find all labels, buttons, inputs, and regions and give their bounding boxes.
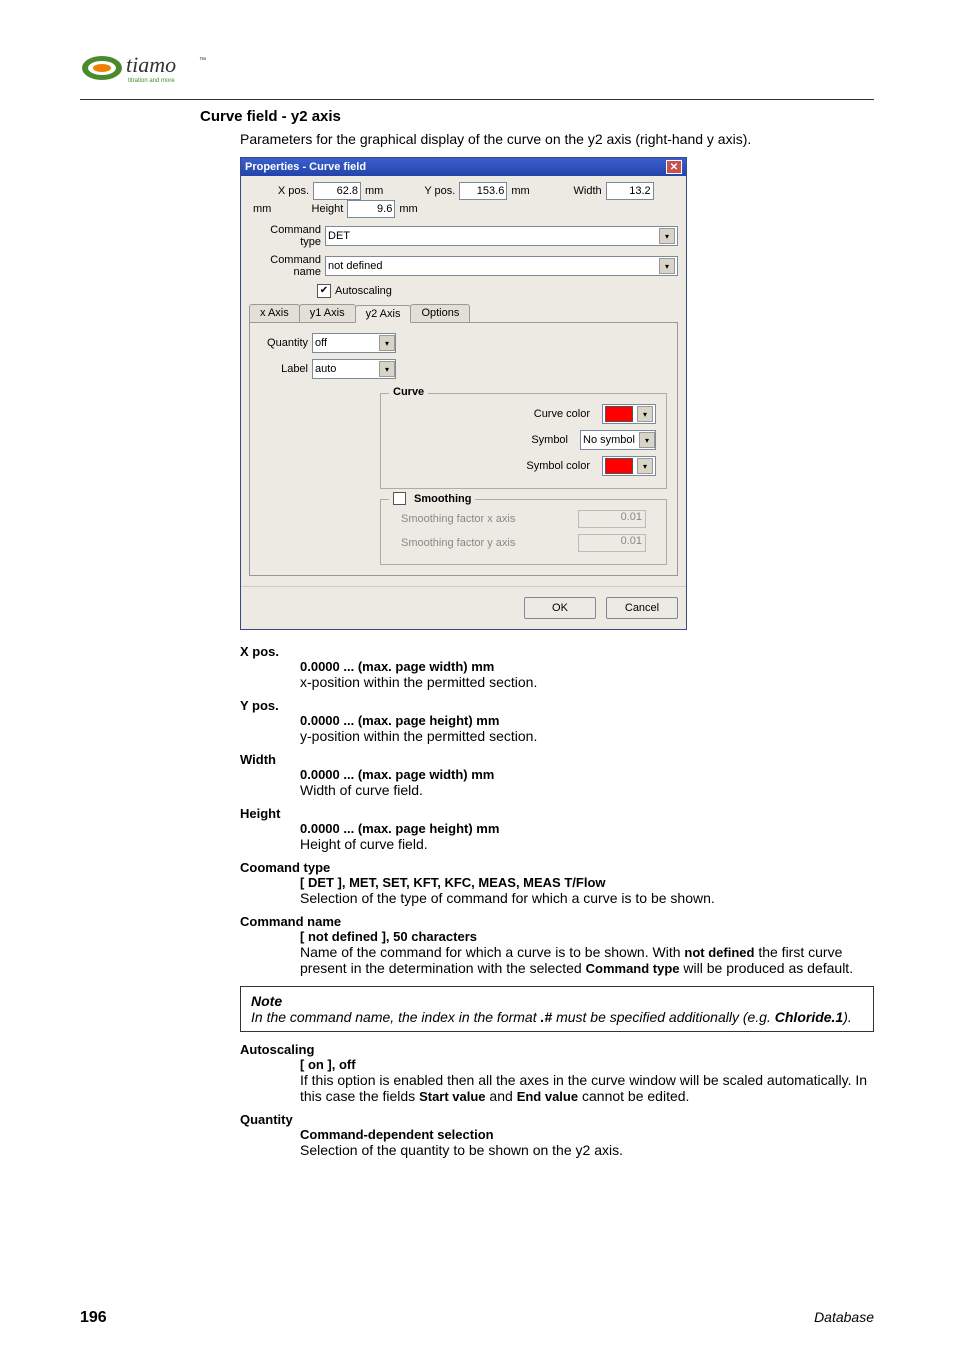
note-text: In the command name, the index in the fo… [251, 1009, 863, 1025]
smooth-x-input: 0.01 [578, 510, 646, 528]
smoothing-checkbox[interactable] [393, 492, 406, 505]
symbol-label: Symbol [531, 434, 568, 446]
symbol-color-select[interactable]: ▾ [602, 456, 656, 476]
quantity-label: Quantity [260, 337, 312, 349]
width-label: Width [542, 185, 606, 197]
smooth-y-input: 0.01 [578, 534, 646, 552]
height-input[interactable] [347, 200, 395, 218]
brand-logo: tiamo ™ titration and more [80, 48, 230, 88]
def-quantity-range: Command-dependent selection [300, 1127, 874, 1142]
def-width-range: 0.0000 ... (max. page width) mm [300, 767, 874, 782]
label-label: Label [260, 363, 312, 375]
def-ypos-desc: y-position within the permitted section. [300, 728, 874, 744]
chevron-down-icon: ▾ [379, 335, 395, 351]
symbol-select[interactable]: No symbol ▾ [580, 430, 656, 450]
properties-dialog: Properties - Curve field ✕ X pos. mm Y p… [240, 157, 687, 630]
def-xpos-term: X pos. [240, 644, 874, 659]
autoscaling-label: Autoscaling [335, 285, 392, 297]
def-ypos-term: Y pos. [240, 698, 874, 713]
label-select[interactable]: auto ▾ [312, 359, 396, 379]
tab-options[interactable]: Options [410, 304, 470, 322]
chevron-down-icon: ▾ [659, 258, 675, 274]
def-quantity-desc: Selection of the quantity to be shown on… [300, 1142, 874, 1158]
unit-mm: mm [511, 185, 529, 197]
svg-text:tiamo: tiamo [126, 52, 176, 77]
intro-text: Parameters for the graphical display of … [240, 131, 874, 147]
def-xpos-range: 0.0000 ... (max. page width) mm [300, 659, 874, 674]
symbol-color-label: Symbol color [526, 460, 590, 472]
svg-text:™: ™ [199, 57, 206, 64]
page-number: 196 [80, 1309, 107, 1327]
def-height-desc: Height of curve field. [300, 836, 874, 852]
divider [80, 99, 874, 100]
smoothing-fieldset: Smoothing Smoothing factor x axis 0.01 S… [380, 499, 667, 565]
color-swatch [605, 458, 633, 474]
def-xpos-desc: x-position within the permitted section. [300, 674, 874, 690]
command-name-label: Command name [249, 254, 325, 278]
def-cmdname-term: Command name [240, 914, 874, 929]
def-cmdname-range: [ not defined ], 50 characters [300, 929, 874, 944]
curve-color-label: Curve color [534, 408, 590, 420]
xpos-label: X pos. [249, 185, 313, 197]
def-autoscaling-desc: If this option is enabled then all the a… [300, 1072, 874, 1104]
ypos-input[interactable] [459, 182, 507, 200]
svg-text:titration and more: titration and more [128, 78, 175, 84]
tab-x-axis[interactable]: x Axis [249, 304, 300, 322]
unit-mm: mm [399, 203, 417, 215]
height-label: Height [283, 203, 347, 215]
def-cmdtype-desc: Selection of the type of command for whi… [300, 890, 874, 906]
def-quantity-term: Quantity [240, 1112, 874, 1127]
label-value: auto [315, 363, 336, 375]
command-type-select[interactable]: DET ▾ [325, 226, 678, 246]
command-name-value: not defined [328, 260, 382, 272]
quantity-select[interactable]: off ▾ [312, 333, 396, 353]
close-icon[interactable]: ✕ [666, 160, 682, 174]
tab-y2-axis[interactable]: y2 Axis [355, 305, 412, 323]
ypos-label: Y pos. [395, 185, 459, 197]
def-height-range: 0.0000 ... (max. page height) mm [300, 821, 874, 836]
curve-legend: Curve [389, 386, 428, 398]
xpos-input[interactable] [313, 182, 361, 200]
dialog-titlebar[interactable]: Properties - Curve field ✕ [241, 158, 686, 176]
autoscaling-checkbox[interactable]: ✔ [317, 284, 331, 298]
def-autoscaling-term: Autoscaling [240, 1042, 874, 1057]
ok-button[interactable]: OK [524, 597, 596, 619]
smooth-y-label: Smoothing factor y axis [401, 537, 515, 549]
dialog-title: Properties - Curve field [245, 161, 366, 173]
def-autoscaling-range: [ on ], off [300, 1057, 874, 1072]
width-input[interactable] [606, 182, 654, 200]
command-type-label: Command type [249, 224, 325, 248]
quantity-value: off [315, 337, 327, 349]
section-title: Curve field - y2 axis [200, 108, 874, 125]
unit-mm: mm [365, 185, 383, 197]
cancel-button[interactable]: Cancel [606, 597, 678, 619]
unit-mm: mm [253, 203, 271, 215]
color-swatch [605, 406, 633, 422]
chevron-down-icon: ▾ [659, 228, 675, 244]
def-cmdtype-range: [ DET ], MET, SET, KFT, KFC, MEAS, MEAS … [300, 875, 874, 890]
def-cmdtype-term: Coomand type [240, 860, 874, 875]
def-width-desc: Width of curve field. [300, 782, 874, 798]
note-box: Note In the command name, the index in t… [240, 986, 874, 1032]
command-type-value: DET [328, 230, 350, 242]
smoothing-legend: Smoothing [414, 493, 471, 505]
chevron-down-icon: ▾ [379, 361, 395, 377]
note-title: Note [251, 993, 863, 1009]
command-name-select[interactable]: not defined ▾ [325, 256, 678, 276]
smooth-x-label: Smoothing factor x axis [401, 513, 515, 525]
tab-panel-y2: Quantity off ▾ Label auto ▾ Curve [249, 322, 678, 576]
curve-color-select[interactable]: ▾ [602, 404, 656, 424]
symbol-value: No symbol [583, 434, 635, 446]
curve-fieldset: Curve Curve color ▾ Symbol No symbol ▾ [380, 393, 667, 489]
def-cmdname-desc: Name of the command for which a curve is… [300, 944, 874, 976]
def-height-term: Height [240, 806, 874, 821]
chevron-down-icon: ▾ [639, 432, 655, 448]
tab-y1-axis[interactable]: y1 Axis [299, 304, 356, 322]
chevron-down-icon: ▾ [637, 458, 653, 474]
def-width-term: Width [240, 752, 874, 767]
chevron-down-icon: ▾ [637, 406, 653, 422]
footer-source: Database [814, 1309, 874, 1327]
def-ypos-range: 0.0000 ... (max. page height) mm [300, 713, 874, 728]
